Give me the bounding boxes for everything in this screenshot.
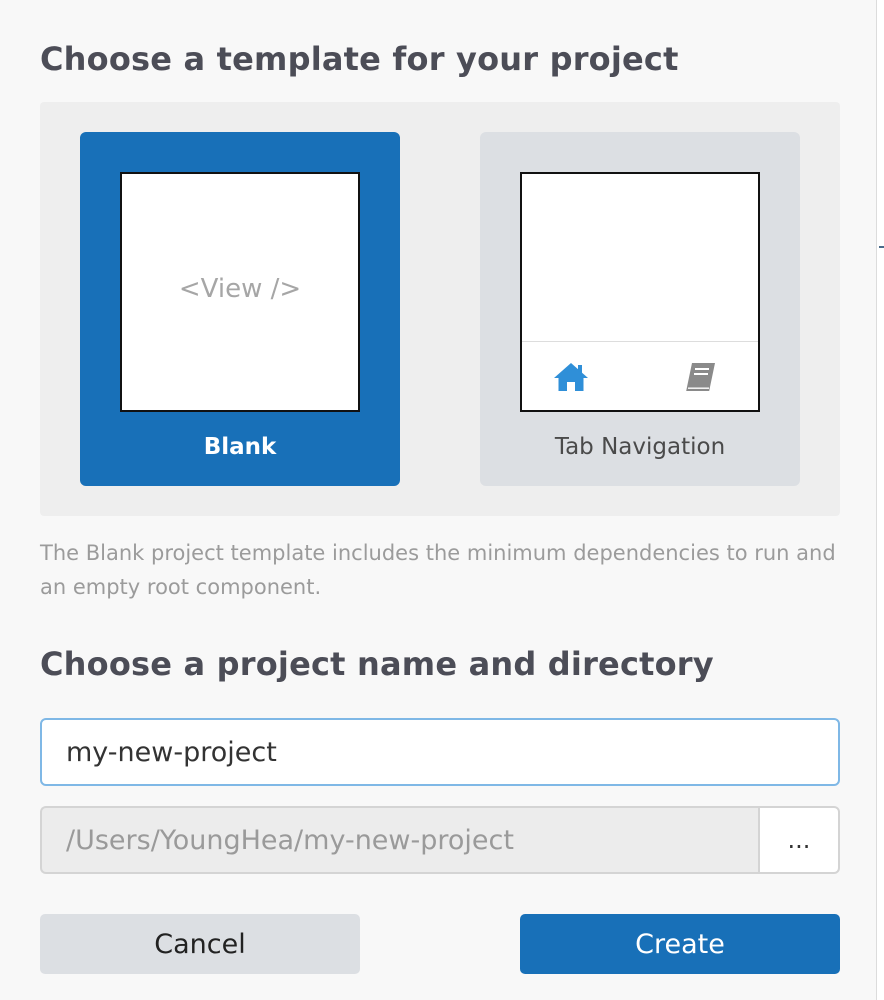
template-heading: Choose a template for your project [40,40,679,78]
browse-directory-button[interactable]: ... [758,806,840,874]
project-name-input[interactable] [40,718,840,786]
template-picker: <View /> Blank Tab Navigation [40,102,840,516]
tab-navigation-preview [520,172,760,412]
book-icon [682,360,720,394]
project-directory-input[interactable] [40,806,758,874]
background-window-mark [879,246,884,248]
preview-tab-bar [522,341,758,410]
background-window-edge [877,0,884,1000]
template-card-label: Blank [203,434,277,460]
home-icon [552,360,590,394]
template-card-label: Tab Navigation [554,434,726,460]
blank-preview: <View /> [120,172,360,412]
project-heading: Choose a project name and directory [40,645,714,683]
template-card-tab-navigation[interactable]: Tab Navigation [480,132,800,486]
cancel-button[interactable]: Cancel [40,914,360,974]
directory-row: ... [40,806,840,874]
template-card-blank[interactable]: <View /> Blank [80,132,400,486]
new-project-dialog: Choose a template for your project <View… [0,0,877,1000]
view-tag-placeholder: <View /> [178,274,302,304]
template-description: The Blank project template includes the … [40,541,836,599]
create-button[interactable]: Create [520,914,840,974]
